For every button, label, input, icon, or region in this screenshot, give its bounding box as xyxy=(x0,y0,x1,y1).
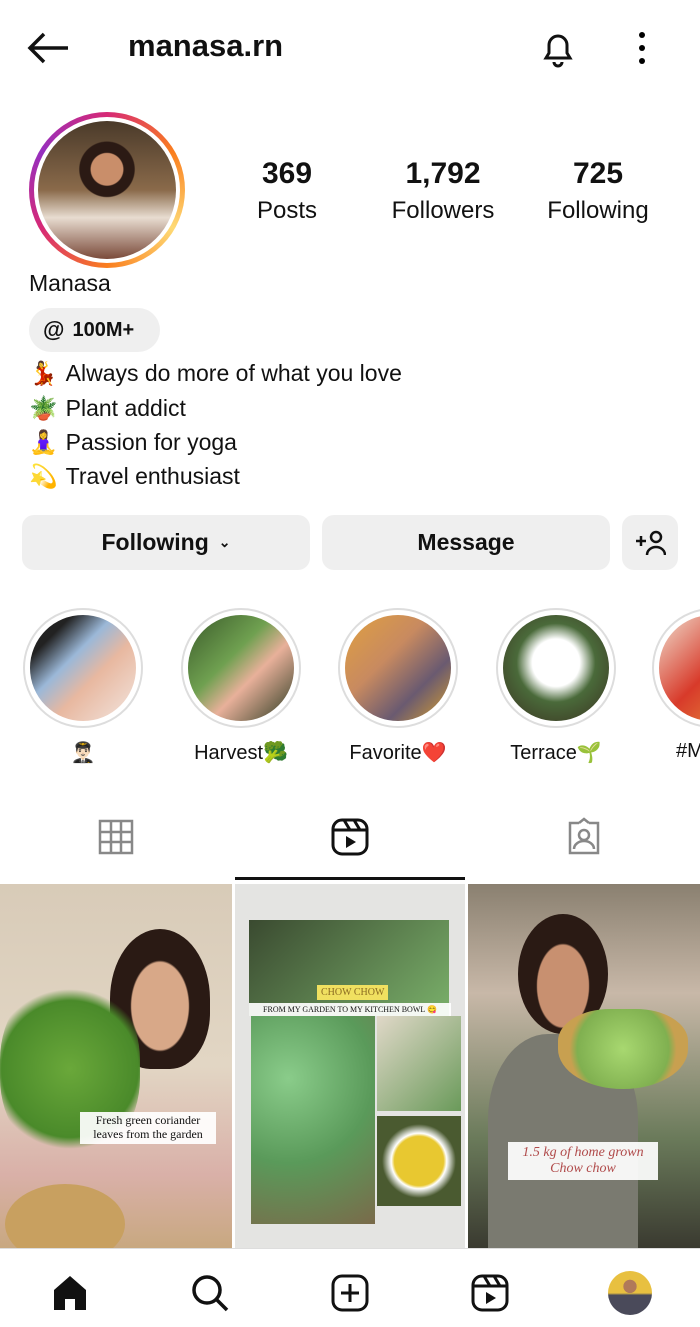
following-label: Following xyxy=(101,529,209,555)
home-icon xyxy=(54,1276,86,1310)
back-button[interactable] xyxy=(26,30,70,71)
tab-grid[interactable] xyxy=(86,812,146,862)
more-button[interactable] xyxy=(632,30,652,71)
nav-profile[interactable] xyxy=(607,1270,653,1316)
highlight-item[interactable]: #M xyxy=(652,608,700,763)
threads-badge-label: 100M+ xyxy=(72,318,135,341)
bio-text: Always do more of what you love xyxy=(65,360,402,386)
highlight-label: #M xyxy=(676,740,700,762)
stat-value: 1,792 xyxy=(405,157,481,190)
profile-avatar-icon xyxy=(608,1271,652,1315)
highlight-item[interactable]: Terrace🌱 xyxy=(496,608,616,765)
threads-icon: @ xyxy=(43,317,65,342)
highlight-item[interactable]: Harvest🥦 xyxy=(181,608,301,765)
bio-text: Plant addict xyxy=(65,395,186,421)
stat-label: Followers xyxy=(391,197,495,224)
bio-line: 💫 Travel enthusiast xyxy=(29,463,240,490)
nav-home[interactable] xyxy=(47,1270,93,1316)
arrow-left-icon xyxy=(27,32,68,64)
add-user-icon xyxy=(636,530,666,555)
highlight-item[interactable]: 👨🏻‍✈️ xyxy=(23,608,143,765)
highlight-label: 👨🏻‍✈️ xyxy=(70,742,96,764)
stat-value: 369 xyxy=(261,157,313,190)
reels-icon xyxy=(331,818,369,856)
reel-thumbnail[interactable]: Fresh green coriander leaves from the ga… xyxy=(0,884,232,1248)
grid-icon xyxy=(98,819,134,855)
chevron-down-icon: ⌄ xyxy=(218,534,231,550)
nav-divider xyxy=(0,1248,700,1249)
highlight-item[interactable]: Favorite❤️ xyxy=(338,608,458,765)
tab-reels[interactable] xyxy=(320,812,380,862)
message-button[interactable]: Message xyxy=(322,515,610,570)
nav-create[interactable] xyxy=(327,1270,373,1316)
nav-reels[interactable] xyxy=(467,1270,513,1316)
tab-tagged[interactable] xyxy=(554,812,614,862)
reel-thumbnail[interactable]: CHOW CHOW FROM MY GARDEN TO MY KITCHEN B… xyxy=(235,884,465,1248)
bio-line: 🧘‍♀️ Passion for yoga xyxy=(29,429,237,456)
reel-thumbnail[interactable]: 1.5 kg of home grown Chow chow xyxy=(468,884,700,1248)
search-icon xyxy=(192,1275,229,1312)
stat-followers[interactable]: 1,792 Followers xyxy=(373,157,513,225)
bio-line: 🪴 Plant addict xyxy=(29,395,186,422)
threads-badge[interactable]: @ 100M+ xyxy=(29,308,160,352)
highlight-label: Favorite❤️ xyxy=(349,742,447,764)
reels-icon xyxy=(471,1274,509,1312)
highlight-label: Terrace🌱 xyxy=(510,742,602,764)
reel-title: CHOW CHOW xyxy=(317,985,389,1000)
tagged-icon xyxy=(568,817,600,855)
reel-caption: FROM MY GARDEN TO MY KITCHEN BOWL 😋 xyxy=(249,1003,451,1017)
bio-text: Passion for yoga xyxy=(65,429,237,455)
reel-caption: 1.5 kg of home grown Chow chow xyxy=(508,1142,658,1181)
bio-emoji: 🧘‍♀️ xyxy=(29,429,58,455)
stat-posts[interactable]: 369 Posts xyxy=(217,157,357,225)
active-tab-indicator xyxy=(235,877,465,880)
bio-emoji: 🪴 xyxy=(29,395,58,421)
bio-text: Travel enthusiast xyxy=(65,463,240,489)
reel-caption: Fresh green coriander leaves from the ga… xyxy=(80,1112,216,1144)
following-button[interactable]: Following ⌄ xyxy=(22,515,310,570)
bio-emoji: 💃 xyxy=(29,360,58,386)
highlight-label: Harvest🥦 xyxy=(194,742,288,764)
bio-emoji: 💫 xyxy=(29,463,58,489)
notifications-button[interactable] xyxy=(538,28,578,73)
more-vertical-icon xyxy=(639,32,645,64)
display-name: Manasa xyxy=(29,270,111,296)
bio-line: 💃 Always do more of what you love xyxy=(29,360,402,387)
message-label: Message xyxy=(417,529,515,555)
add-user-button[interactable] xyxy=(622,515,678,570)
stat-label: Following xyxy=(547,197,649,224)
nav-search[interactable] xyxy=(187,1270,233,1316)
bell-icon xyxy=(543,34,573,68)
stat-value: 725 xyxy=(572,157,624,190)
avatar[interactable] xyxy=(29,112,185,268)
username-title: manasa.rn xyxy=(128,28,284,63)
plus-square-icon xyxy=(331,1274,369,1312)
stat-following[interactable]: 725 Following xyxy=(528,157,668,225)
stat-label: Posts xyxy=(256,197,318,224)
